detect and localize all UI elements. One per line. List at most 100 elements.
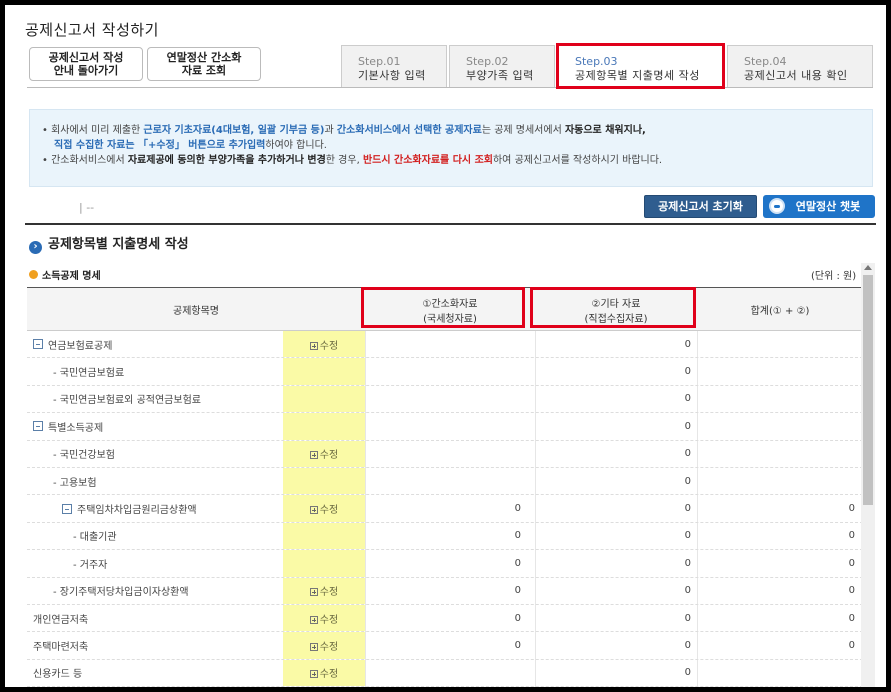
subsection-title: 소득공제 명세	[29, 267, 101, 282]
notice-text: 한 경우,	[325, 155, 363, 166]
other-value: 0	[684, 612, 691, 624]
back-to-guide-button[interactable]: 공제신고서 작성 안내 돌아가기	[29, 47, 143, 81]
tab-step-04[interactable]: Step.04 공제신고서 내용 확인	[727, 45, 873, 87]
edit-cell: 수정	[283, 604, 365, 632]
notice-highlight: 간소화서비스에서 선택한 공제자료	[336, 125, 482, 136]
edit-cell: 수정	[283, 659, 365, 687]
sum-value	[697, 468, 863, 494]
edit-button[interactable]: 수정	[309, 611, 339, 626]
notice-line-1: • 회사에서 미리 제출한 근로자 기초자료(4대보험, 일괄 기부금 등)과 …	[42, 123, 860, 138]
row-name: 개인연금저축	[33, 614, 89, 626]
edit-label: 수정	[319, 614, 339, 626]
row-name: - 장기주택저당차입금이자상환액	[53, 587, 189, 599]
section-title: › 공제항목별 지출명세 작성	[29, 233, 189, 254]
simplified-value: 0	[514, 585, 521, 597]
notice-text: 는 공제 명세서에서	[481, 125, 565, 136]
simplified-data-lookup-button[interactable]: 연말정산 간소화 자료 조회	[147, 47, 261, 81]
scroll-thumb[interactable]	[863, 275, 873, 505]
tab-step-02[interactable]: Step.02 부양가족 입력	[449, 45, 555, 87]
table-row: - 대출기관 0 0 0	[27, 522, 863, 551]
step-number: Step.01	[358, 55, 401, 68]
table-row: 주택마련저축 수정 0 0 0	[27, 632, 863, 660]
row-name-cell: 주택임차차입금원리금상환액	[27, 495, 283, 521]
unit-label: (단위 : 원)	[811, 271, 857, 282]
other-value: 0	[684, 338, 691, 350]
header-sum: 합계(① + ②)	[697, 288, 863, 331]
sum-value: 0	[848, 530, 855, 542]
other-value: 0	[684, 366, 691, 378]
edit-button[interactable]: 수정	[309, 638, 339, 653]
other-value: 0	[684, 475, 691, 487]
row-name: - 대출기관	[73, 532, 117, 544]
plus-icon	[309, 642, 318, 651]
notice-bold: 자료제공에 동의한 부양가족을 추가하거나 변경	[127, 155, 326, 166]
highlight-box-step03	[556, 43, 725, 89]
other-value: 0	[684, 667, 691, 679]
sum-value: 0	[848, 612, 855, 624]
arrow-circle-icon: ›	[29, 241, 42, 254]
row-name-cell: - 고용보험	[27, 468, 283, 494]
chatbot-button[interactable]: 연말정산 챗봇	[763, 195, 875, 218]
simplified-value	[365, 386, 535, 412]
row-name: - 국민건강보험	[53, 450, 115, 462]
edit-button[interactable]: 수정	[309, 583, 338, 598]
other-value: 0	[684, 557, 691, 569]
other-value: 0	[684, 639, 691, 651]
reset-form-button[interactable]: 공제신고서 초기화	[644, 195, 757, 218]
plus-icon	[309, 670, 318, 679]
collapse-icon[interactable]	[33, 421, 43, 432]
row-name-cell: 특별소득공제	[27, 413, 283, 439]
notice-highlight: 직접 수집한 자료는 「+수정」 버튼으로 추가입력	[54, 140, 266, 151]
collapse-icon[interactable]	[62, 503, 72, 514]
edit-cell: 수정	[283, 577, 365, 604]
table-row: 개인연금저축 수정 0 0 0	[27, 604, 863, 633]
lookup-button-line1: 연말정산 간소화	[166, 51, 242, 64]
edit-cell: 수정	[283, 495, 365, 522]
simplified-value: 0	[514, 557, 521, 569]
other-value: 0	[684, 530, 691, 542]
notice-line-2: 직접 수집한 자료는 「+수정」 버튼으로 추가입력하여야 합니다.	[42, 138, 860, 153]
edit-button[interactable]: 수정	[309, 501, 338, 516]
lookup-button-line2: 자료 조회	[181, 64, 227, 77]
row-name: - 거주자	[73, 559, 108, 571]
row-name: 특별소득공제	[48, 422, 104, 434]
notice-bold: 자동으로 채워지나,	[564, 125, 646, 136]
table-row: 신용카드 등 수정 0	[27, 659, 863, 687]
edit-label: 수정	[319, 641, 339, 653]
row-name-cell: - 국민연금보험료외 공적연금보험료	[27, 386, 283, 412]
edit-button[interactable]: 수정	[309, 337, 338, 352]
scroll-up-icon[interactable]	[864, 265, 872, 270]
edit-button[interactable]: 수정	[309, 665, 338, 680]
edit-button[interactable]: 수정	[309, 446, 338, 461]
sum-value	[697, 441, 863, 467]
row-name-cell: - 국민연금보험료	[27, 358, 283, 384]
notice-warning: 반드시 간소화자료를 다시 조회	[362, 155, 493, 166]
sum-value	[697, 358, 863, 384]
table-row: - 장기주택저당차입금이자상환액 수정 0 0 0	[27, 577, 863, 605]
info-notice: • 회사에서 미리 제출한 근로자 기초자료(4대보험, 일괄 기부금 등)과 …	[29, 109, 873, 187]
notice-text: 하여 공제신고서를 작성하시기 바랍니다.	[492, 155, 663, 166]
sum-value	[697, 660, 863, 686]
edit-cell	[283, 358, 365, 385]
row-name-cell: - 거주자	[27, 550, 283, 576]
step-name: 부양가족 입력	[466, 69, 534, 82]
other-value: 0	[684, 585, 691, 597]
table-row: 주택임차차입금원리금상환액 수정 0 0 0	[27, 495, 863, 523]
other-value: 0	[684, 448, 691, 460]
table-row: 특별소득공제 0	[27, 413, 863, 441]
simplified-value: 0	[514, 530, 521, 542]
step-name: 공제신고서 내용 확인	[744, 69, 848, 82]
back-button-line2: 안내 돌아가기	[53, 64, 119, 77]
table-scrollbar[interactable]	[861, 263, 875, 687]
simplified-value: 0	[514, 503, 521, 515]
header-sum-text: 합계(① + ②)	[750, 306, 810, 317]
table-body: 연금보험료공제 수정 0- 국민연금보험료 0- 국민연금보험료외 공적연금보험료 0 특…	[27, 331, 863, 687]
row-name-cell: - 국민건강보험	[27, 441, 283, 467]
page-title: 공제신고서 작성하기	[25, 21, 159, 39]
simplified-value	[365, 413, 535, 439]
row-name: 신용카드 등	[33, 669, 83, 681]
collapse-icon[interactable]	[33, 339, 43, 350]
simplified-value	[365, 331, 535, 357]
tab-step-01[interactable]: Step.01 기본사항 입력	[341, 45, 447, 87]
row-name-cell: - 대출기관	[27, 523, 283, 549]
